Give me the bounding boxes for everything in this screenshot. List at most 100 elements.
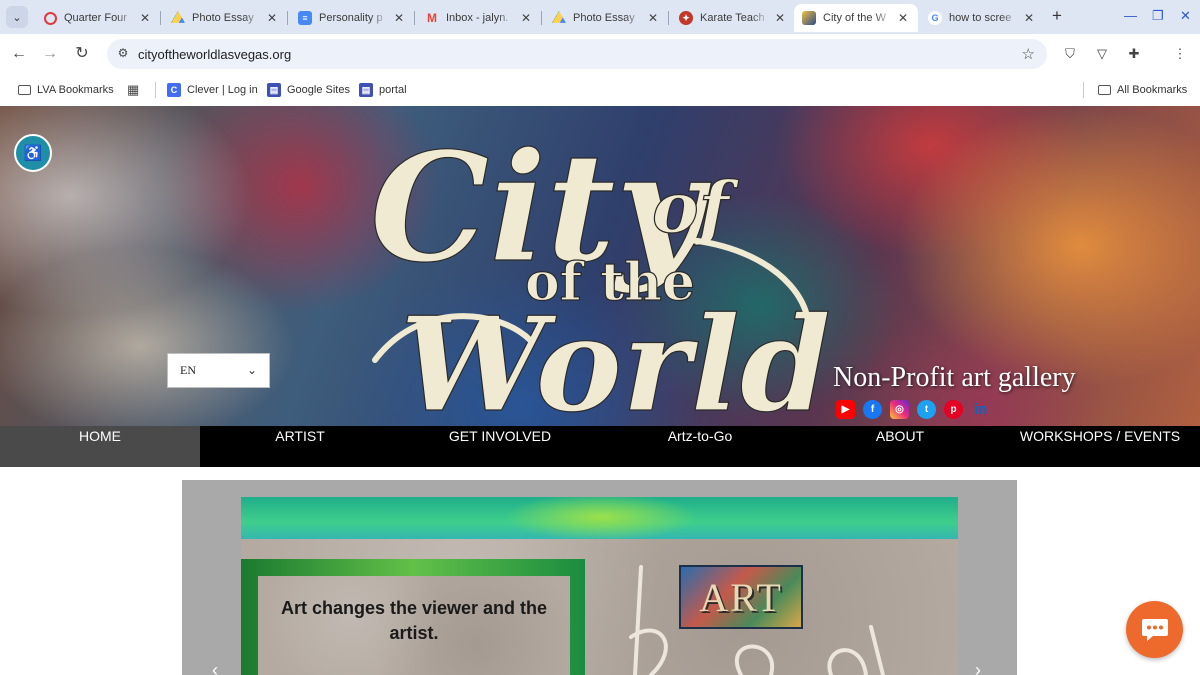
language-value: EN	[180, 363, 196, 377]
language-select[interactable]: EN ⌄	[167, 353, 270, 388]
chevron-down-icon: ⌄	[246, 363, 257, 377]
google-sites-icon: ▤	[267, 83, 281, 97]
logo-word-of: of	[652, 166, 740, 249]
shield-outline-extension-icon[interactable]: ▽	[1093, 46, 1111, 64]
tab-photo-essay[interactable]: Photo Essay ✕	[163, 4, 287, 32]
slide-image: Art changes the viewer and the artist. A…	[241, 497, 958, 675]
red-ring-icon	[44, 11, 57, 25]
tab-title: Karate Teach	[700, 12, 765, 24]
city-of-the-world-logo: City of of the World	[369, 119, 830, 422]
accessibility-icon: ♿	[23, 145, 43, 162]
main-nav: HOME ARTIST GET INVOLVED Artz-to-Go ABOU…	[0, 426, 1200, 467]
restore-icon[interactable]: ❐	[1152, 8, 1164, 24]
tab-how-to-screenshot[interactable]: G how to scree ✕	[920, 4, 1044, 32]
nav-get-involved[interactable]: GET INVOLVED	[400, 426, 600, 467]
slide-prev-icon[interactable]: ‹	[212, 660, 218, 675]
folder-icon	[18, 85, 31, 95]
url-text[interactable]: cityoftheworldlasvegas.org	[138, 47, 291, 62]
nav-about[interactable]: ABOUT	[800, 426, 1000, 467]
forward-icon[interactable]: →	[40, 44, 60, 64]
close-icon[interactable]: ✕	[392, 11, 406, 25]
apps-grid-button[interactable]: ▦	[127, 81, 139, 99]
close-icon[interactable]: ✕	[896, 11, 910, 25]
tab-search-button[interactable]: ⌄	[6, 6, 28, 28]
tab-title: Quarter Four	[64, 12, 127, 24]
nav-home[interactable]: HOME	[0, 426, 200, 467]
bookmark-portal[interactable]: ▤ portal	[359, 81, 407, 99]
address-bar[interactable]: ⚙ cityoftheworldlasvegas.org ☆	[107, 39, 1047, 69]
close-window-icon[interactable]: ✕	[1180, 8, 1191, 24]
reload-icon[interactable]: ↻	[72, 44, 92, 64]
bookmark-clever[interactable]: C Clever | Log in	[167, 81, 258, 99]
tab-title: Photo Essay	[192, 12, 254, 24]
close-icon[interactable]: ✕	[519, 11, 533, 25]
bookmark-label: LVA Bookmarks	[37, 84, 114, 96]
instagram-icon[interactable]: ◎	[890, 400, 909, 419]
art-plaque: ART	[679, 565, 803, 629]
gmail-icon: M	[427, 11, 437, 25]
nav-workshops-events[interactable]: WORKSHOPS / EVENTS	[1000, 426, 1200, 467]
tab-strip: ⌄ Quarter Four ✕ Photo Essay ✕ ≡ Persona…	[0, 0, 1200, 34]
tab-personality[interactable]: ≡ Personality p ✕	[290, 4, 414, 32]
bookmark-star-icon[interactable]: ☆	[1022, 45, 1035, 63]
nav-artist[interactable]: ARTIST	[200, 426, 400, 467]
close-icon[interactable]: ✕	[138, 11, 152, 25]
new-tab-button[interactable]: +	[1047, 7, 1067, 27]
tab-title: City of the W	[823, 12, 886, 24]
bookmark-label: portal	[379, 84, 407, 96]
tab-title: Photo Essay	[573, 12, 635, 24]
google-drive-icon	[171, 11, 185, 23]
slide-green-band	[241, 497, 958, 539]
all-bookmarks-label: All Bookmarks	[1117, 84, 1188, 96]
chat-button[interactable]	[1126, 601, 1183, 658]
tagline: Non-Profit art gallery	[833, 362, 1076, 393]
close-icon[interactable]: ✕	[1022, 11, 1036, 25]
slide-quote: Art changes the viewer and the artist.	[280, 598, 548, 643]
site-settings-icon[interactable]: ⚙	[115, 46, 131, 62]
tab-title: Inbox - jalyn.	[446, 12, 509, 24]
folder-icon	[1098, 85, 1111, 95]
social-links: ▶ f ◎ t p in	[836, 400, 990, 419]
apps-grid-icon: ▦	[127, 82, 140, 97]
close-icon[interactable]: ✕	[773, 11, 787, 25]
shield-extension-icon[interactable]: ⛉	[1061, 46, 1079, 64]
browser-toolbar: ← → ↻ ⚙ cityoftheworldlasvegas.org ☆ ⛉ ▽…	[0, 34, 1200, 74]
logo-word-world: World	[400, 288, 830, 422]
nav-artz-to-go[interactable]: Artz-to-Go	[600, 426, 800, 467]
more-menu-icon[interactable]: ⋮	[1171, 46, 1189, 64]
back-icon[interactable]: ←	[9, 44, 29, 64]
all-bookmarks-button[interactable]: All Bookmarks	[1098, 81, 1187, 99]
tab-title: how to scree	[949, 12, 1012, 24]
clever-icon: C	[167, 83, 181, 97]
karate-logo-icon: ✦	[679, 11, 693, 25]
minimize-icon[interactable]: —	[1124, 8, 1137, 23]
bookmark-lva[interactable]: LVA Bookmarks	[18, 81, 114, 99]
bookmark-google-sites[interactable]: ▤ Google Sites	[267, 81, 350, 99]
slide-next-icon[interactable]: ›	[975, 660, 981, 675]
pinterest-icon[interactable]: p	[944, 400, 963, 419]
bookmarks-bar: LVA Bookmarks ▦ C Clever | Log in ▤ Goog…	[0, 74, 1200, 106]
facebook-icon[interactable]: f	[863, 400, 882, 419]
tab-quarter-four[interactable]: Quarter Four ✕	[36, 4, 160, 32]
linkedin-icon[interactable]: in	[971, 400, 990, 419]
tab-city-of-the-world[interactable]: City of the W ✕	[794, 4, 918, 32]
extensions-puzzle-icon[interactable]: ✚	[1125, 46, 1143, 64]
close-icon[interactable]: ✕	[265, 11, 279, 25]
tab-karate[interactable]: ✦ Karate Teach ✕	[671, 4, 795, 32]
google-g-icon: G	[928, 11, 942, 25]
chevron-down-icon: ⌄	[12, 11, 22, 24]
tab-title: Personality p	[319, 12, 383, 24]
bookmark-label: Google Sites	[287, 84, 350, 96]
tab-inbox[interactable]: M Inbox - jalyn. ✕	[417, 4, 541, 32]
quote-card: Art changes the viewer and the artist.	[258, 576, 570, 675]
close-icon[interactable]: ✕	[646, 11, 660, 25]
twitter-icon[interactable]: t	[917, 400, 936, 419]
bookmark-label: Clever | Log in	[187, 84, 258, 96]
tab-photo-essay-2[interactable]: Photo Essay ✕	[544, 4, 668, 32]
chat-bubble-icon	[1141, 618, 1168, 641]
accessibility-button[interactable]: ♿	[14, 134, 52, 172]
youtube-icon[interactable]: ▶	[836, 400, 855, 419]
portal-icon: ▤	[359, 83, 373, 97]
google-drive-icon	[552, 11, 566, 23]
google-docs-icon: ≡	[298, 11, 312, 25]
